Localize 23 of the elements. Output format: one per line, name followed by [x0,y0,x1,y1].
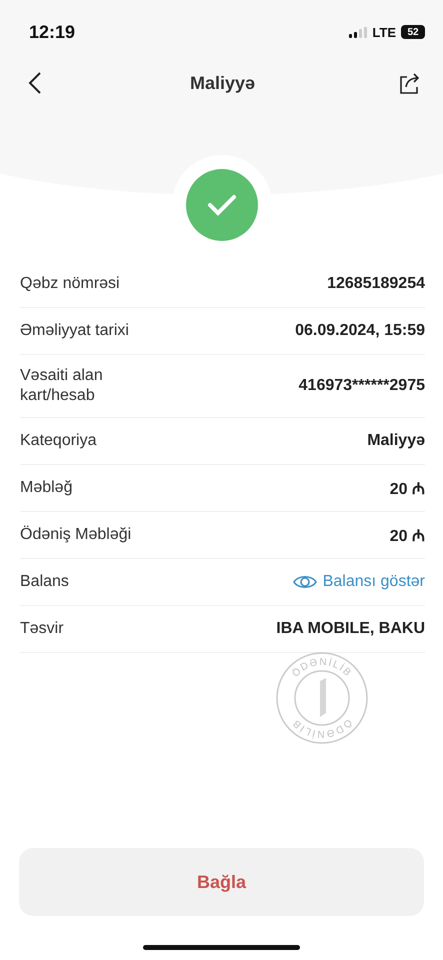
show-balance-link[interactable]: Balansı göstər [292,573,425,591]
row-value: 06.09.2024, 15:59 [295,322,425,340]
close-button[interactable]: Bağla [19,848,424,916]
row-label: Təsvir [20,619,64,639]
battery-level: 52 [401,25,425,39]
row-value: 20 ₼ [390,527,425,546]
row-value: 416973******2975 [298,377,425,395]
row-label: Əməliyyat tarixi [20,321,129,341]
row-label: Qəbz nömrəsi [20,274,120,294]
row-label: Ödəniş Məbləği [20,525,132,545]
status-time: 12:19 [29,22,76,42]
row-label: Vəsaiti alan kart/hesab [20,366,104,406]
row-value: 20 ₼ [390,480,425,499]
row-value: IBA MOBILE, BAKU [276,620,425,638]
row-value: 12685189254 [327,275,425,293]
row-label: Məbləğ [20,478,72,498]
row-value: Maliyyə [367,432,425,450]
row-label: Balans [20,572,69,592]
eye-icon [292,573,317,591]
signal-icon [349,26,368,38]
page-title: Maliyyə [190,72,256,94]
row-label: Kateqoriya [20,431,96,451]
network-label: LTE [372,24,396,40]
